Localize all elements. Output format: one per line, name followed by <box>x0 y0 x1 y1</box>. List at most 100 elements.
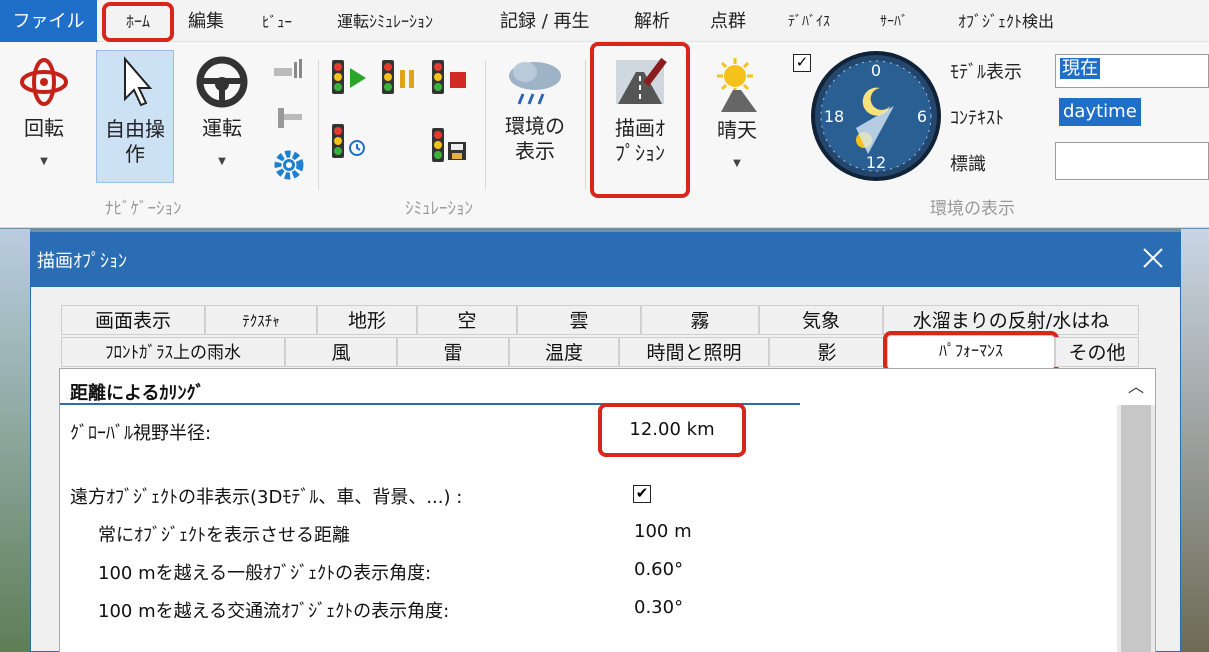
gate-icon[interactable] <box>272 104 306 132</box>
menu-analysis[interactable]: 解析 <box>634 0 670 42</box>
menu-server[interactable]: ｻｰﾊﾞ <box>880 0 908 42</box>
rotate-label: 回転 <box>24 116 64 140</box>
drive-button[interactable]: 運転 ▼ <box>190 54 254 174</box>
tab-other[interactable]: その他 <box>1055 337 1139 367</box>
menu-object-detection[interactable]: ｵﾌﾞｼﾞｪｸﾄ検出 <box>958 0 1054 42</box>
free-operation-label-1: 自由操 <box>105 117 165 141</box>
menu-edit[interactable]: 編集 <box>188 0 224 42</box>
steering-wheel-icon <box>196 56 248 108</box>
free-operation-label-2: 作 <box>125 142 145 166</box>
tab-cloud[interactable]: 雲 <box>517 305 641 335</box>
model-display-value: 現在 <box>1060 58 1100 79</box>
render-options-dialog: 描画ｵﾌﾟｼｮﾝ 画面表示 ﾃｸｽﾁｬ 地形 空 雲 霧 気象 水溜まりの反射/… <box>30 232 1181 652</box>
hide-distant-objects-checkbox[interactable]: ✔ <box>633 485 651 503</box>
tab-terrain[interactable]: 地形 <box>317 305 417 335</box>
sunny-weather-label: 晴天 <box>717 118 757 142</box>
section-title-distance-culling: 距離によるｶﾘﾝｸﾞ <box>70 383 205 404</box>
tab-shadow[interactable]: 影 <box>769 337 885 367</box>
tab-sky[interactable]: 空 <box>417 305 517 335</box>
close-icon[interactable] <box>1140 245 1166 271</box>
clock-label-0: 0 <box>871 61 881 80</box>
group-label-simulation: ｼﾐｭﾚｰｼｮﾝ <box>405 199 473 219</box>
stop-simulation-icon[interactable] <box>430 58 470 98</box>
tab-puddle-reflection[interactable]: 水溜まりの反射/水はね <box>883 305 1139 335</box>
traffic-object-angle-label: 100 mを越える交通流ｵﾌﾞｼﾞｪｸﾄの表示角度: <box>98 601 450 622</box>
general-object-angle-value[interactable]: 0.60° <box>634 559 683 580</box>
vehicle-signal-icon[interactable] <box>272 56 306 84</box>
tab-performance[interactable]: ﾊﾟﾌｫｰﾏﾝｽ <box>883 331 1059 373</box>
group-label-environment: 環境の表示 <box>930 199 1015 219</box>
menu-view[interactable]: ﾋﾞｭｰ <box>262 0 292 42</box>
timer-simulation-icon[interactable] <box>330 122 368 162</box>
menu-bar: ファイル ﾎｰﾑ 編集 ﾋﾞｭｰ 運転ｼﾐｭﾚｰｼｮﾝ 記録 / 再生 解析 点… <box>0 0 1209 42</box>
global-view-radius-value[interactable]: 12.00 km <box>598 403 746 457</box>
rotate-icon <box>20 58 68 106</box>
play-simulation-icon[interactable] <box>330 58 368 98</box>
render-options-button[interactable]: 描画ｵ ﾌﾟｼｮﾝ <box>590 42 690 198</box>
tab-texture[interactable]: ﾃｸｽﾁｬ <box>205 305 317 335</box>
free-operation-button[interactable]: 自由操 作 <box>96 50 174 183</box>
environment-display-button[interactable]: 環境の 表示 <box>495 56 575 164</box>
cursor-arrow-icon <box>124 56 153 107</box>
tab-thunder[interactable]: 雷 <box>397 337 509 367</box>
always-show-distance-value[interactable]: 100 m <box>634 521 692 542</box>
drive-label: 運転 <box>202 116 242 140</box>
context-value: daytime <box>1059 98 1141 126</box>
clock-label-6: 6 <box>917 107 927 126</box>
sign-label: 標識 <box>950 154 986 175</box>
background-scene-left <box>0 229 30 652</box>
context-field[interactable]: daytime <box>1055 98 1209 132</box>
settings-gear-icon[interactable] <box>272 148 306 182</box>
sunny-dropdown-icon[interactable]: ▼ <box>700 151 774 176</box>
model-display-label: ﾓﾃﾞﾙ表示 <box>950 62 1022 83</box>
tab-time-lighting[interactable]: 時間と照明 <box>619 337 769 367</box>
menu-drive-simulation[interactable]: 運転ｼﾐｭﾚｰｼｮﾝ <box>337 0 433 42</box>
sun-road-icon <box>717 58 757 112</box>
clock-label-12: 12 <box>866 153 886 172</box>
paint-road-icon <box>616 57 667 104</box>
environment-display-label-2: 表示 <box>515 139 555 163</box>
pause-simulation-icon[interactable] <box>380 58 418 98</box>
scroll-thumb[interactable] <box>1121 405 1151 652</box>
save-simulation-icon[interactable] <box>430 126 470 166</box>
model-display-field[interactable]: 現在 <box>1055 54 1209 88</box>
tab-windshield-rain[interactable]: ﾌﾛﾝﾄｶﾞﾗｽ上の雨水 <box>61 337 285 367</box>
tab-temperature[interactable]: 温度 <box>509 337 619 367</box>
drive-dropdown-icon[interactable]: ▼ <box>190 149 254 174</box>
ribbon-separator <box>585 60 586 190</box>
sunny-weather-button[interactable]: 晴天 ▼ <box>700 56 774 176</box>
context-label: ｺﾝﾃｷｽﾄ <box>950 108 1004 129</box>
rotate-dropdown-icon[interactable]: ▼ <box>14 149 74 174</box>
render-options-label-1: 描画ｵ <box>615 116 665 140</box>
ribbon: 回転 ▼ 自由操 作 運転 ▼ 環境の 表示 描画ｵ ﾌﾟｼｮﾝ 晴天 ▼ ✓ … <box>0 42 1209 228</box>
rain-cloud-icon <box>509 62 561 105</box>
traffic-object-angle-value[interactable]: 0.30° <box>634 597 683 618</box>
rotate-button[interactable]: 回転 ▼ <box>14 54 74 174</box>
global-view-radius-label: ｸﾞﾛｰﾊﾞﾙ視野半径: <box>70 423 212 444</box>
dialog-title: 描画ｵﾌﾟｼｮﾝ <box>37 251 127 272</box>
section-divider <box>60 403 800 405</box>
time-clock-dial[interactable]: 0 6 12 18 <box>808 44 944 188</box>
performance-panel: 距離によるｶﾘﾝｸﾞ ｸﾞﾛｰﾊﾞﾙ視野半径: 12.00 km 遠方ｵﾌﾞｼﾞ… <box>59 368 1156 652</box>
clock-label-18: 18 <box>824 107 844 126</box>
menu-file[interactable]: ファイル <box>0 0 97 42</box>
scroll-up-icon[interactable]: ︿ <box>1117 369 1155 405</box>
ribbon-separator <box>485 60 486 190</box>
general-object-angle-label: 100 mを越える一般ｵﾌﾞｼﾞｪｸﾄの表示角度: <box>98 563 432 584</box>
menu-device[interactable]: ﾃﾞﾊﾞｲｽ <box>788 0 830 42</box>
background-scene-right <box>1181 229 1209 652</box>
tab-screen-display[interactable]: 画面表示 <box>61 305 205 335</box>
hide-distant-objects-label: 遠方ｵﾌﾞｼﾞｪｸﾄの非表示(3Dﾓﾃﾞﾙ、車、背景、...) : <box>70 487 463 508</box>
tab-weather[interactable]: 気象 <box>759 305 883 335</box>
menu-pointcloud[interactable]: 点群 <box>710 0 746 42</box>
menu-home[interactable]: ﾎｰﾑ <box>102 2 174 42</box>
environment-display-label-1: 環境の <box>505 114 565 138</box>
render-options-label-2: ﾌﾟｼｮﾝ <box>615 141 665 165</box>
sign-field[interactable] <box>1055 142 1209 180</box>
menu-record-playback[interactable]: 記録 / 再生 <box>500 0 590 42</box>
dialog-titlebar: 描画ｵﾌﾟｼｮﾝ <box>31 233 1180 287</box>
ribbon-separator <box>318 60 319 190</box>
panel-scrollbar[interactable]: ︿ <box>1117 369 1155 652</box>
tab-fog[interactable]: 霧 <box>641 305 759 335</box>
tab-wind[interactable]: 風 <box>285 337 397 367</box>
